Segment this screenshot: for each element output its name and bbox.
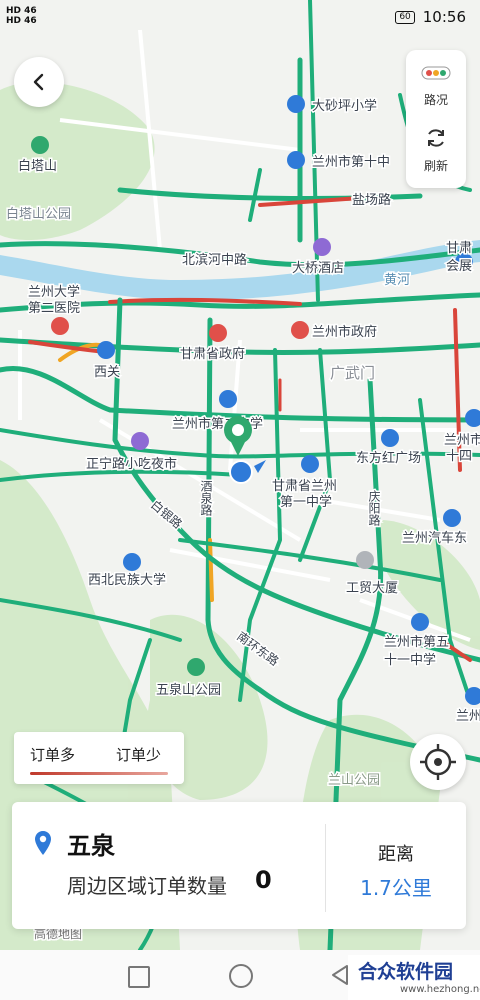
distance-label: 距离	[378, 844, 414, 865]
map-label: 酒泉路	[199, 480, 213, 517]
signal-indicators: HD 46 HD 46	[6, 6, 37, 26]
map-label: 正宁路小吃夜市	[86, 456, 177, 472]
traffic-light-icon	[421, 66, 451, 80]
map-label: 第二医院	[28, 301, 80, 316]
recent-apps-button[interactable]	[128, 966, 150, 988]
traffic-toggle[interactable]: 路况	[406, 66, 466, 108]
map-label: 甘肃省政府	[180, 347, 245, 362]
legend-less-label: 订单少	[116, 746, 162, 764]
chevron-left-icon	[33, 73, 44, 91]
map-label: 兰州	[456, 709, 480, 724]
map-label: 庆阳路	[367, 490, 381, 527]
map-label: 盐场路	[352, 192, 391, 208]
map-label: 兰州汽车东	[402, 530, 467, 546]
area-info-card: 五泉 周边区域订单数量 0 距离 1.7公里	[12, 802, 466, 929]
status-right: 60 10:56	[395, 8, 466, 26]
map-label: 五泉山公园	[156, 682, 221, 698]
map-label: 甘肃省兰州	[272, 479, 337, 494]
watermark-title: 合众软件园	[358, 961, 454, 983]
map-label: 兰州市	[444, 432, 480, 448]
watermark-subtitle: www.hezhong.net	[400, 984, 480, 995]
place-name: 五泉	[67, 832, 115, 860]
legend-gradient-bar	[30, 772, 168, 775]
distance-value: 1.7公里	[360, 876, 432, 900]
crosshair-icon	[420, 744, 456, 780]
locate-button[interactable]	[410, 734, 466, 790]
map-label: 大桥酒店	[292, 261, 344, 276]
watermark: 合众软件园 www.hezhong.net	[348, 955, 480, 1000]
map-label: 兰山公园	[328, 773, 380, 788]
legend-more-label: 订单多	[30, 746, 76, 764]
map-label: 白塔山公园	[6, 206, 71, 222]
orders-label: 周边区域订单数量	[67, 874, 227, 898]
signal-text-2: HD 46	[6, 16, 37, 26]
status-bar: HD 46 HD 46 60 10:56	[0, 0, 480, 34]
map-label: 工贸大厦	[346, 581, 398, 596]
refresh-label: 刷新	[423, 159, 448, 173]
map-label: 兰州市第五	[384, 634, 449, 650]
location-pin-icon	[35, 831, 51, 855]
map-tools-panel: 路况 刷新	[406, 50, 466, 188]
map-label: 会展	[446, 259, 472, 274]
traffic-label: 路况	[423, 93, 448, 107]
back-button[interactable]	[14, 57, 64, 107]
map-label: 北滨河中路	[182, 252, 247, 268]
map-label: 兰州市政府	[312, 324, 377, 340]
refresh-icon	[428, 129, 444, 147]
map-label: 白塔山	[18, 158, 57, 174]
home-button[interactable]	[229, 964, 253, 988]
signal-text-1: HD 46	[6, 6, 37, 16]
clock: 10:56	[422, 8, 466, 26]
map-label: 东方红广场	[356, 450, 421, 466]
map-label: 西关	[94, 365, 120, 380]
map-label: 十四	[446, 449, 472, 464]
map-label: 甘肃	[446, 241, 472, 256]
refresh-button[interactable]: 刷新	[406, 126, 466, 174]
battery-icon: 60	[395, 10, 415, 24]
map-label: 兰州大学	[28, 284, 80, 300]
map-label: 十一中学	[384, 652, 436, 668]
map-label: 西北民族大学	[88, 572, 166, 588]
map-label: 大砂坪小学	[312, 98, 377, 114]
order-density-legend: 订单多 订单少	[14, 732, 184, 784]
map-label: 广武门	[330, 364, 375, 382]
map-label: 黄河	[384, 273, 410, 288]
map-label: 兰州市第十中	[312, 154, 390, 170]
map-label: 第一中学	[280, 494, 332, 510]
orders-count: 0	[255, 866, 272, 894]
back-nav-icon[interactable]	[330, 964, 350, 986]
